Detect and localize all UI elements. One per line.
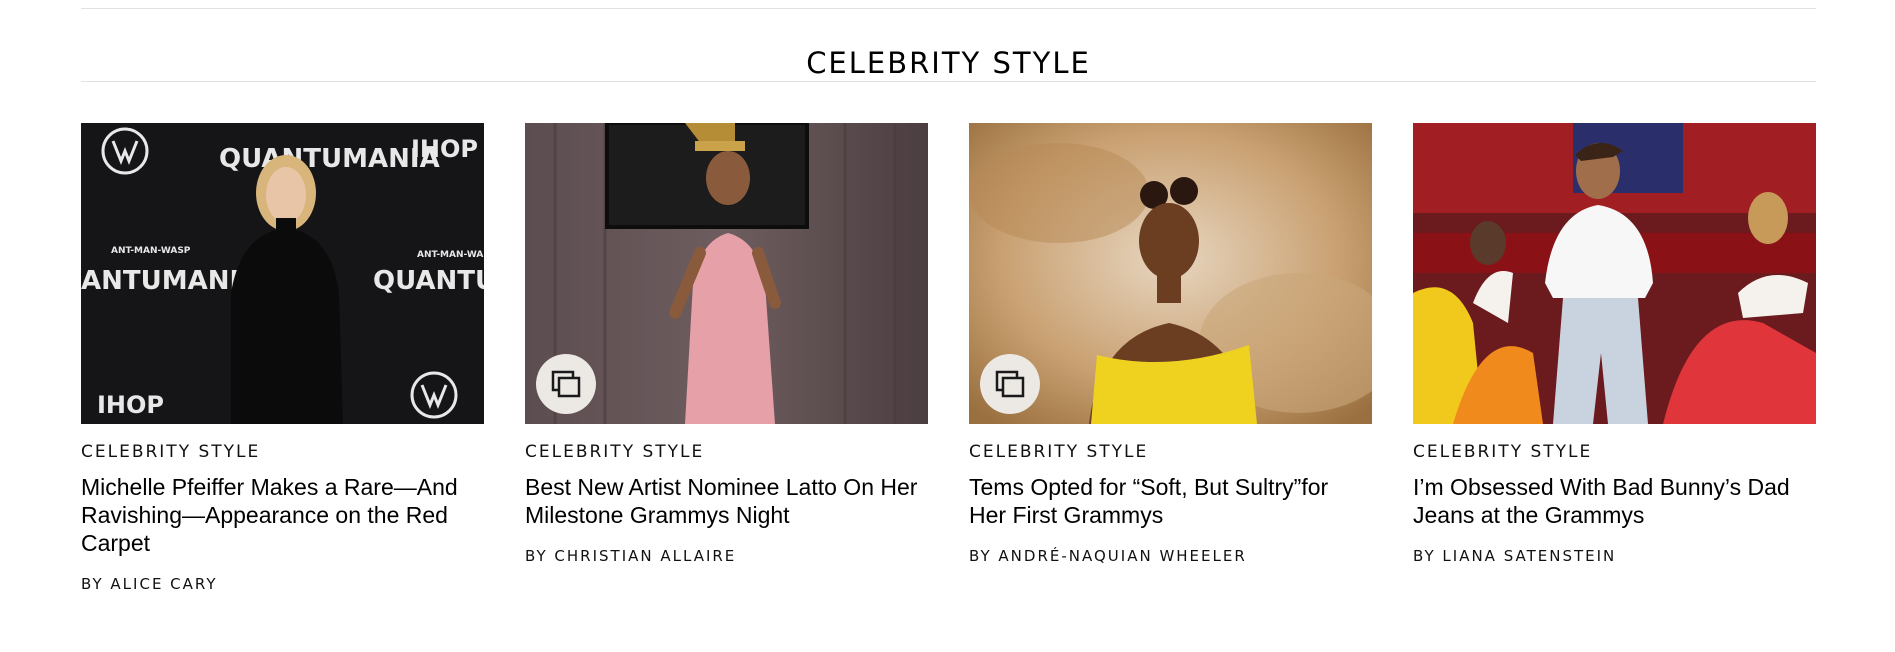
backdrop-text-1: QUANTUMANIA <box>219 144 440 174</box>
card-byline: BY CHRISTIAN ALLAIRE <box>525 547 928 565</box>
gallery-badge[interactable] <box>536 354 596 414</box>
article-card: QUANTUMANIA IHOP ANT-MAN-WASP ANTUMANIA … <box>81 123 484 593</box>
card-byline: BY LIANA SATENSTEIN <box>1413 547 1816 565</box>
section-bottom-rule <box>81 81 1816 82</box>
card-byline: BY ALICE CARY <box>81 575 484 593</box>
card-rubric[interactable]: CELEBRITY STYLE <box>81 442 484 462</box>
card-rubric[interactable]: CELEBRITY STYLE <box>969 442 1372 462</box>
byline-prefix: BY <box>81 575 104 593</box>
card-headline[interactable]: I’m Obsessed With Bad Bunny’s Dad Jeans … <box>1413 473 1816 529</box>
card-byline: BY ANDRÉ-NAQUIAN WHEELER <box>969 547 1372 565</box>
byline-author[interactable]: LIANA SATENSTEIN <box>1442 547 1616 565</box>
byline-author[interactable]: ANDRÉ-NAQUIAN WHEELER <box>998 547 1246 565</box>
backdrop-logo-1: IHOP <box>411 135 478 163</box>
photo-stage-performance <box>1413 123 1816 424</box>
gallery-stack-icon <box>995 370 1025 398</box>
backdrop-logo-2: IHOP <box>97 391 164 419</box>
backdrop-small-2: ANT-MAN-WASP <box>417 250 484 260</box>
photo-step-and-repeat: QUANTUMANIA IHOP ANT-MAN-WASP ANTUMANIA … <box>81 123 484 424</box>
section-top-rule <box>81 8 1816 9</box>
article-card: CELEBRITY STYLE I’m Obsessed With Bad Bu… <box>1413 123 1816 565</box>
article-image-latto[interactable] <box>525 123 928 424</box>
backdrop-text-3: QUANTUMA <box>373 266 484 296</box>
article-image-tems[interactable] <box>969 123 1372 424</box>
article-image-bad-bunny[interactable] <box>1413 123 1816 424</box>
backdrop-small-1: ANT-MAN-WASP <box>111 246 191 256</box>
card-rubric[interactable]: CELEBRITY STYLE <box>525 442 928 462</box>
card-headline[interactable]: Best New Artist Nominee Latto On Her Mil… <box>525 473 928 529</box>
article-card: CELEBRITY STYLE Best New Artist Nominee … <box>525 123 928 565</box>
article-card: CELEBRITY STYLE Tems Opted for “Soft, Bu… <box>969 123 1372 565</box>
section-title: CELEBRITY STYLE <box>806 46 1091 81</box>
byline-prefix: BY <box>1413 547 1436 565</box>
article-image-michelle-pfeiffer[interactable]: QUANTUMANIA IHOP ANT-MAN-WASP ANTUMANIA … <box>81 123 484 424</box>
card-headline[interactable]: Michelle Pfeiffer Makes a Rare—And Ravis… <box>81 473 484 557</box>
byline-prefix: BY <box>525 547 548 565</box>
gallery-stack-icon <box>551 370 581 398</box>
gallery-badge[interactable] <box>980 354 1040 414</box>
card-rubric[interactable]: CELEBRITY STYLE <box>1413 442 1816 462</box>
card-headline[interactable]: Tems Opted for “Soft, But Sultry”for Her… <box>969 473 1372 529</box>
byline-author[interactable]: CHRISTIAN ALLAIRE <box>554 547 736 565</box>
byline-author[interactable]: ALICE CARY <box>110 575 217 593</box>
byline-prefix: BY <box>969 547 992 565</box>
